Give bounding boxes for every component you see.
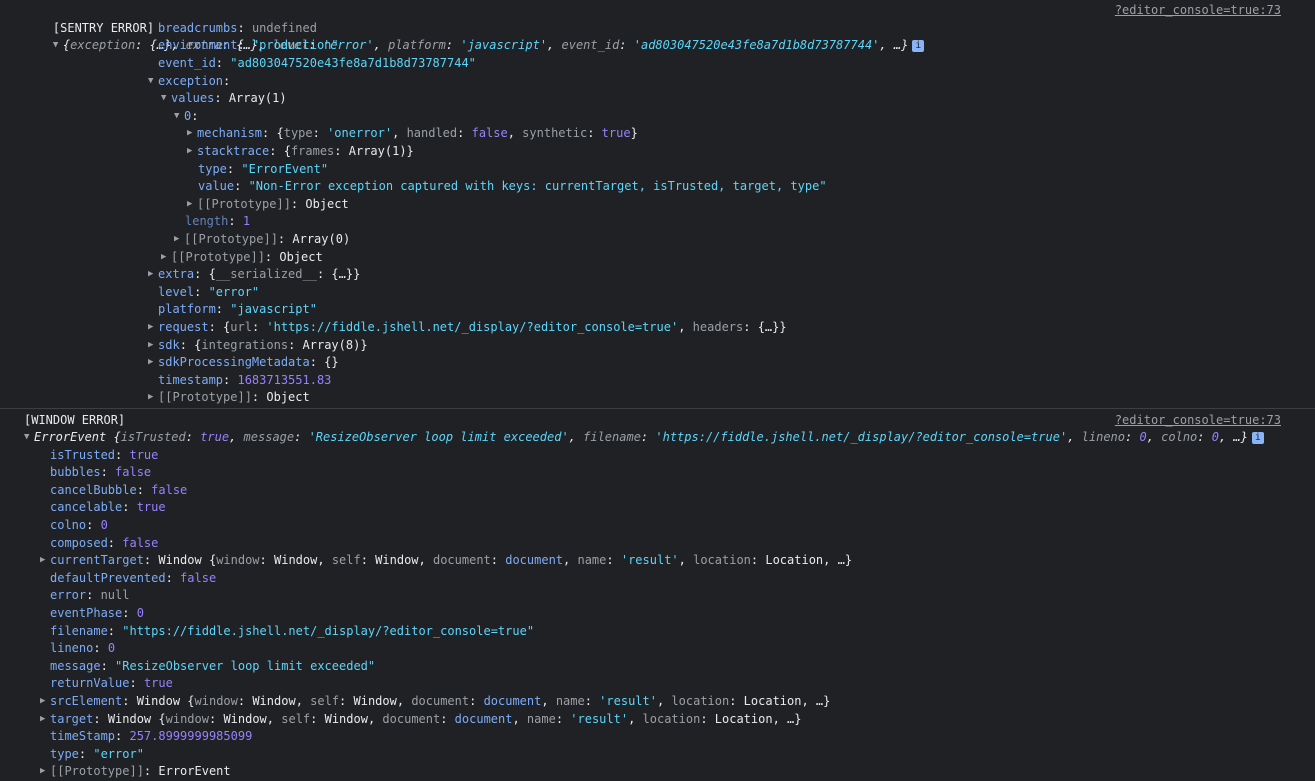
collapsed-triangle-icon[interactable]: ▶ (148, 266, 158, 284)
expanded-triangle-icon[interactable]: ▼ (148, 73, 158, 91)
prop-values[interactable]: ▼ values: Array(1) (161, 90, 287, 108)
prop-time-stamp: timeStamp: 257.8999999985099 (50, 729, 253, 743)
console-message-sentry-error: [SENTRY ERROR] ▼ {exception: {…}, extra: … (0, 0, 1315, 409)
prop-is-trusted: isTrusted: true (50, 448, 159, 462)
prop-prototype-array[interactable]: ▶ [[Prototype]]: Array(0) (174, 231, 350, 249)
prop-request[interactable]: ▶ request: {url: 'https://fiddle.jshell.n… (148, 319, 787, 337)
prop-timestamp: timestamp: 1683713551.83 (158, 373, 332, 387)
prop-current-target[interactable]: ▶ currentTarget: Window {window: Window, … (40, 552, 852, 570)
prop-filename: filename: "https://fiddle.jshell.net/_di… (50, 624, 535, 638)
prop-default-prevented: defaultPrevented: false (50, 571, 217, 585)
prop-cancelable: cancelable: true (50, 500, 166, 514)
console-message-window-error: [WINDOW ERROR] ?editor_console=true:73 ▼… (0, 409, 1315, 780)
collapsed-triangle-icon[interactable]: ▶ (174, 231, 184, 249)
prop-return-value: returnValue: true (50, 676, 173, 690)
prop-prototype-root[interactable]: ▶ [[Prototype]]: Object (148, 389, 310, 407)
info-icon[interactable]: i (1251, 431, 1264, 444)
sentry-summary-row[interactable]: [SENTRY ERROR] ▼ {exception: {…}, extra: … (24, 2, 925, 52)
prop-type: type: "ErrorEvent" (198, 162, 329, 176)
collapsed-triangle-icon[interactable]: ▶ (148, 319, 158, 337)
prop-type: type: "error" (50, 747, 144, 761)
prop-src-element[interactable]: ▶ srcElement: Window {window: Window, sel… (40, 693, 830, 711)
prop-stacktrace[interactable]: ▶ stacktrace: {frames: Array(1)} (187, 143, 414, 161)
collapsed-triangle-icon[interactable]: ▶ (161, 249, 171, 267)
source-link[interactable]: ?editor_console=true:73 (1115, 2, 1281, 20)
prop-event-phase: eventPhase: 0 (50, 606, 144, 620)
prop-bubbles: bubbles: false (50, 465, 152, 479)
prop-index-0[interactable]: ▼ 0: (174, 108, 198, 126)
prop-prototype-exception[interactable]: ▶ [[Prototype]]: Object (161, 249, 323, 267)
message-label: [SENTRY ERROR] (52, 20, 155, 35)
collapsed-triangle-icon[interactable]: ▶ (148, 337, 158, 355)
info-icon[interactable]: i (912, 39, 925, 52)
prop-mechanism[interactable]: ▶ mechanism: {type: 'onerror', handled: f… (187, 125, 638, 143)
prop-breadcrumbs: breadcrumbs: undefined (158, 21, 317, 35)
prop-exception[interactable]: ▼ exception: (148, 73, 230, 91)
prop-colno: colno: 0 (50, 518, 108, 532)
prop-event-id: event_id: "ad803047520e43fe8a7d1b8d73787… (158, 56, 476, 70)
expanded-triangle-icon[interactable]: ▼ (161, 90, 171, 108)
source-link[interactable]: ?editor_console=true:73 (1115, 412, 1281, 430)
collapsed-triangle-icon[interactable]: ▶ (40, 693, 50, 711)
prop-sdk-processing-metadata[interactable]: ▶ sdkProcessingMetadata: {} (148, 354, 339, 372)
collapsed-triangle-icon[interactable]: ▶ (187, 125, 197, 143)
collapsed-triangle-icon[interactable]: ▶ (187, 196, 197, 214)
prop-error: error: null (50, 588, 130, 602)
collapsed-triangle-icon[interactable]: ▶ (40, 711, 50, 729)
prop-length: length: 1 (185, 214, 251, 228)
collapsed-triangle-icon[interactable]: ▶ (187, 143, 197, 161)
prop-sdk[interactable]: ▶ sdk: {integrations: Array(8)} (148, 337, 368, 355)
message-label: [WINDOW ERROR] (24, 413, 126, 427)
collapsed-triangle-icon[interactable]: ▶ (40, 552, 50, 570)
expanded-triangle-icon[interactable]: ▼ (174, 108, 184, 126)
prop-environment: environment: "production" (158, 38, 339, 52)
collapsed-triangle-icon[interactable]: ▶ (148, 354, 158, 372)
prop-extra[interactable]: ▶ extra: {__serialized__: {…}} (148, 266, 360, 284)
prop-level: level: "error" (158, 285, 260, 299)
expanded-triangle-icon[interactable]: ▼ (53, 37, 63, 55)
window-error-summary-row[interactable]: ▼ ErrorEvent {isTrusted: true, message: '… (24, 429, 1264, 447)
prop-prototype-inner[interactable]: ▶ [[Prototype]]: Object (187, 196, 349, 214)
prop-value: value: "Non-Error exception captured wit… (198, 179, 827, 193)
collapsed-triangle-icon[interactable]: ▶ (148, 389, 158, 407)
prop-lineno: lineno: 0 (50, 641, 116, 655)
expanded-triangle-icon[interactable]: ▼ (24, 429, 34, 447)
prop-message: message: "ResizeObserver loop limit exce… (50, 659, 376, 673)
prop-cancel-bubble: cancelBubble: false (50, 483, 188, 497)
prop-prototype[interactable]: ▶ [[Prototype]]: ErrorEvent (40, 763, 231, 781)
collapsed-triangle-icon[interactable]: ▶ (40, 763, 50, 781)
prop-platform: platform: "javascript" (158, 302, 317, 316)
prop-composed: composed: false (50, 536, 159, 550)
prop-target[interactable]: ▶ target: Window {window: Window, self: W… (40, 711, 801, 729)
